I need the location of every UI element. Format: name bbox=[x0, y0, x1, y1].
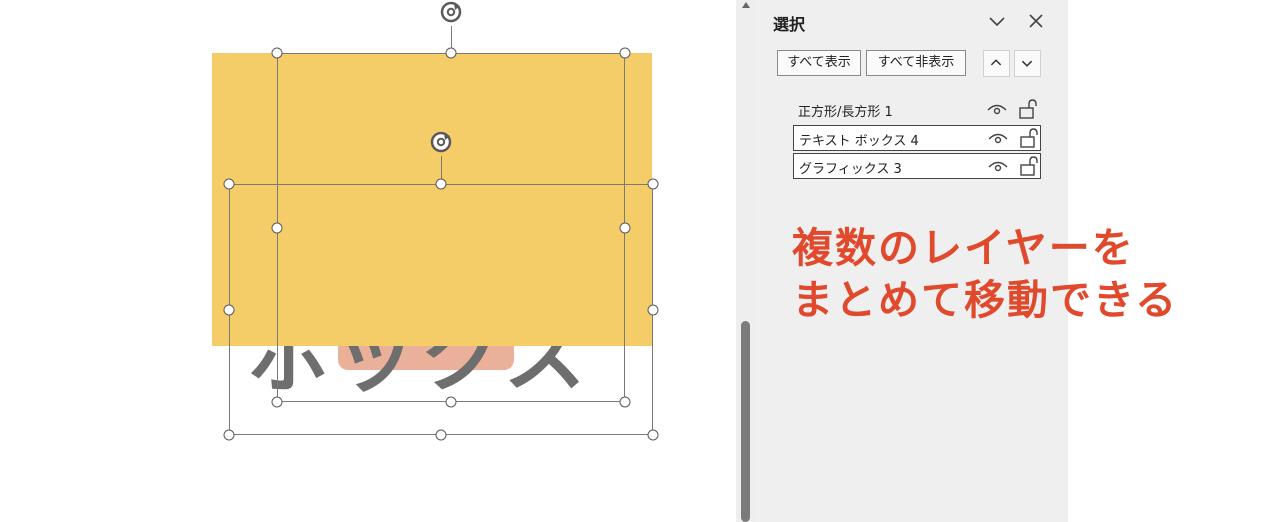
chevron-up-icon bbox=[990, 59, 1002, 66]
eye-icon[interactable] bbox=[987, 103, 1007, 117]
resize-handle[interactable] bbox=[619, 222, 631, 234]
resize-handle[interactable] bbox=[647, 178, 659, 190]
resize-handle[interactable] bbox=[435, 429, 447, 441]
vertical-scrollbar[interactable] bbox=[736, 0, 756, 522]
pane-title: 選択 bbox=[773, 15, 806, 34]
rotate-handle-icon[interactable] bbox=[438, 0, 464, 25]
resize-handle[interactable] bbox=[435, 178, 447, 190]
resize-handle[interactable] bbox=[271, 396, 283, 408]
bring-forward-button[interactable] bbox=[983, 50, 1010, 77]
eye-icon[interactable] bbox=[988, 160, 1008, 174]
layer-item-textbox[interactable]: テキスト ボックス 4 bbox=[793, 125, 1041, 151]
resize-handle[interactable] bbox=[223, 429, 235, 441]
chevron-down-icon[interactable] bbox=[986, 10, 1008, 32]
annotation-line-2: まとめて移動できる bbox=[792, 276, 1179, 324]
resize-handle[interactable] bbox=[271, 47, 283, 59]
textbox-selection-frame bbox=[277, 53, 625, 402]
resize-handle[interactable] bbox=[647, 304, 659, 316]
scrollbar-thumb[interactable] bbox=[741, 321, 750, 522]
layer-item-rectangle[interactable]: 正方形/長方形 1 bbox=[793, 97, 1041, 123]
unlock-icon[interactable] bbox=[1017, 98, 1039, 120]
slide-canvas[interactable]: ボックス bbox=[0, 0, 736, 522]
eye-icon[interactable] bbox=[988, 132, 1008, 146]
chevron-down-icon bbox=[1021, 60, 1033, 67]
show-all-button[interactable]: すべて表示 bbox=[777, 50, 861, 76]
layer-label: テキスト ボックス 4 bbox=[799, 134, 919, 149]
resize-handle[interactable] bbox=[223, 178, 235, 190]
resize-handle[interactable] bbox=[223, 304, 235, 316]
resize-handle[interactable] bbox=[271, 222, 283, 234]
resize-handle[interactable] bbox=[445, 396, 457, 408]
scroll-up-arrow-icon[interactable] bbox=[741, 0, 751, 10]
hide-all-button[interactable]: すべて非表示 bbox=[866, 50, 966, 76]
send-backward-button[interactable] bbox=[1014, 50, 1041, 77]
resize-handle[interactable] bbox=[619, 47, 631, 59]
resize-handle[interactable] bbox=[647, 429, 659, 441]
unlock-icon[interactable] bbox=[1018, 127, 1040, 149]
resize-handle[interactable] bbox=[619, 396, 631, 408]
rotate-handle-icon[interactable] bbox=[428, 129, 454, 155]
layer-label: グラフィックス 3 bbox=[799, 162, 902, 177]
layer-item-graphic[interactable]: グラフィックス 3 bbox=[793, 153, 1041, 179]
layer-label: 正方形/長方形 1 bbox=[798, 105, 893, 120]
resize-handle[interactable] bbox=[445, 47, 457, 59]
unlock-icon[interactable] bbox=[1018, 155, 1040, 177]
close-icon[interactable] bbox=[1025, 10, 1047, 32]
annotation-line-1: 複数のレイヤーを bbox=[792, 224, 1135, 272]
